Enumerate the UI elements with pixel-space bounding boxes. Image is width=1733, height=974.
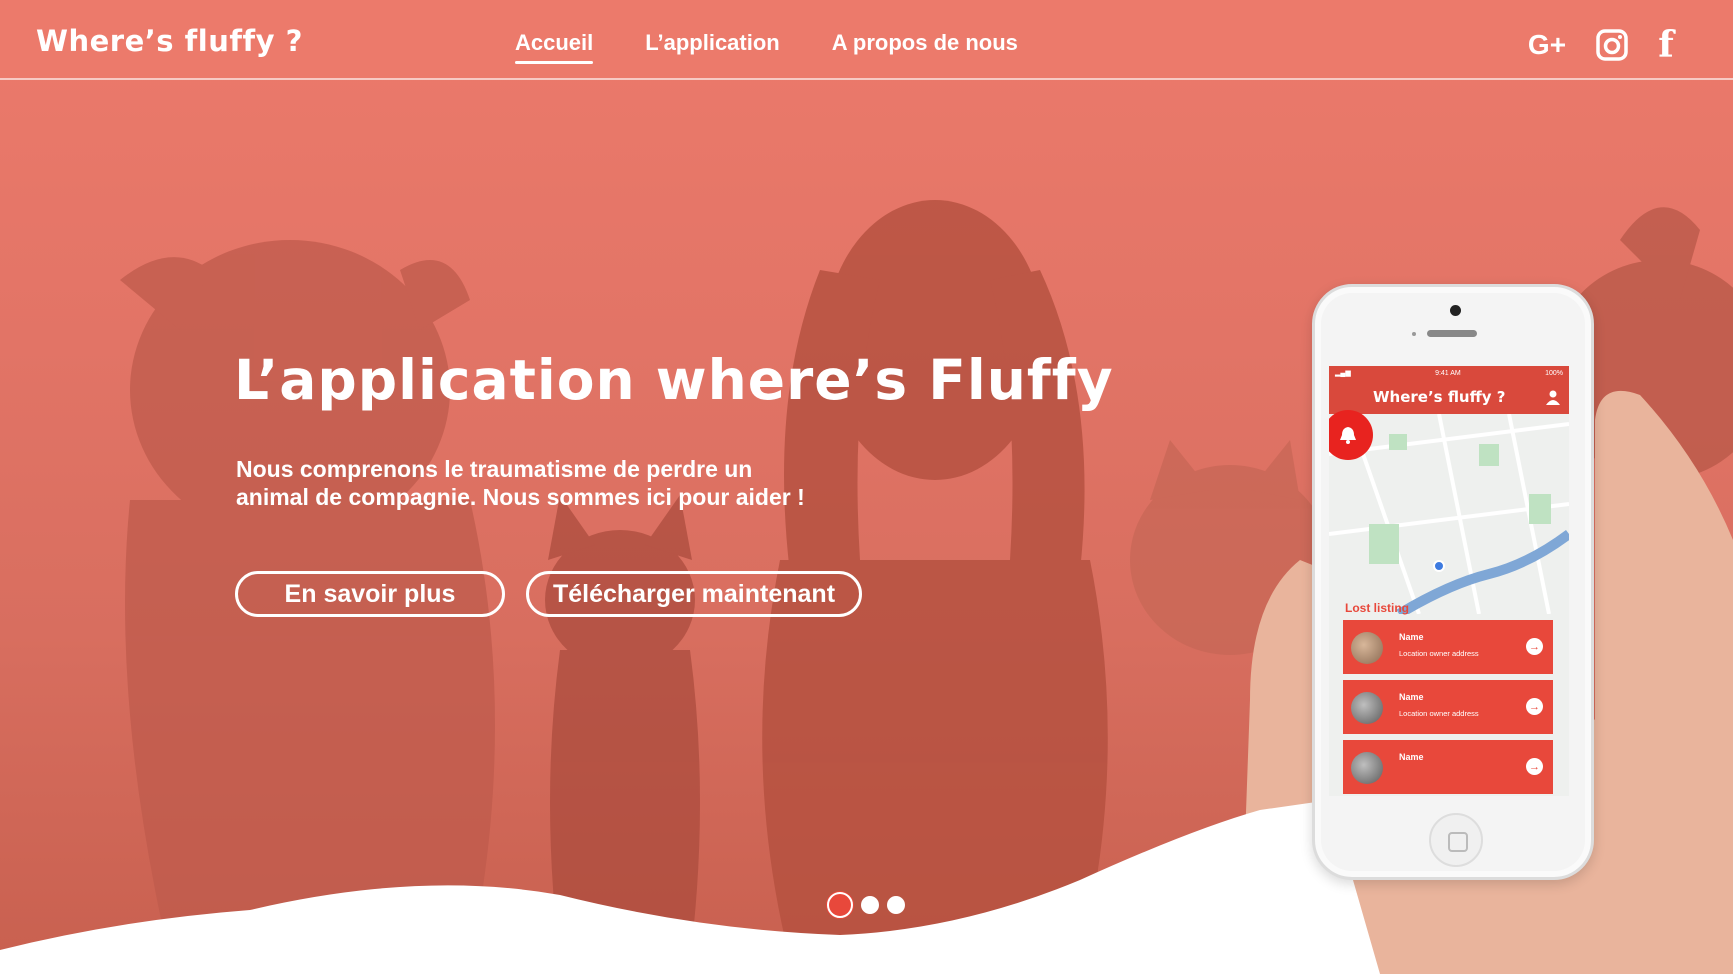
pet-avatar (1351, 692, 1383, 724)
hero-title: L’application where’s Fluffy (234, 348, 1114, 412)
phone-status-bar: ▂▄▆ 9:41 AM 100% (1329, 366, 1569, 380)
hero-subtitle: Nous comprenons le traumatisme de perdre… (236, 455, 836, 511)
kitten-silhouette (545, 495, 700, 960)
user-icon[interactable] (1545, 389, 1561, 405)
lost-listing-card[interactable]: Name Location owner address → (1343, 620, 1553, 674)
google-plus-icon[interactable]: G+ (1525, 28, 1569, 62)
phone-screen: ▂▄▆ 9:41 AM 100% Where’s fluffy ? Lost l… (1329, 366, 1569, 796)
carousel-dot-2[interactable] (861, 896, 879, 914)
owner-address: Location owner address (1399, 649, 1479, 658)
learn-more-button[interactable]: En savoir plus (235, 571, 505, 617)
app-title: Where’s fluffy ? (1373, 388, 1506, 406)
facebook-icon[interactable]: f (1655, 24, 1677, 66)
nav-link-accueil[interactable]: Accueil (515, 30, 594, 64)
download-now-button[interactable]: Télécharger maintenant (526, 571, 862, 617)
hero-section: Where’s fluffy ? Accueil L’application A… (0, 0, 1733, 974)
carousel-indicators (827, 892, 905, 918)
status-time: 9:41 AM (1435, 369, 1461, 377)
phone-speaker (1427, 330, 1477, 337)
lost-listing-card[interactable]: Name Location owner address → (1343, 680, 1553, 734)
pet-name: Name (1399, 632, 1424, 642)
instagram-icon[interactable] (1595, 28, 1629, 62)
carousel-dot-1[interactable] (827, 892, 853, 918)
social-links: G+ f (1525, 24, 1677, 66)
phone-camera (1450, 305, 1461, 316)
pet-avatar (1351, 752, 1383, 784)
phone-sensor (1412, 332, 1416, 336)
phone-mockup: ▂▄▆ 9:41 AM 100% Where’s fluffy ? Lost l… (1312, 284, 1594, 880)
owner-address: Location owner address (1399, 709, 1479, 718)
signal-icon: ▂▄▆ (1335, 370, 1351, 377)
phone-home-button (1429, 813, 1483, 867)
pet-name: Name (1399, 752, 1424, 762)
nav-link-a-propos[interactable]: A propos de nous (832, 30, 1018, 62)
carousel-dot-3[interactable] (887, 896, 905, 914)
hero-subtitle-line-2: animal de compagnie. Nous sommes ici pou… (236, 484, 805, 510)
bell-icon (1340, 427, 1356, 444)
arrow-right-icon[interactable]: → (1526, 638, 1543, 655)
arrow-right-icon[interactable]: → (1526, 698, 1543, 715)
pet-name: Name (1399, 692, 1424, 702)
status-battery: 100% (1545, 369, 1563, 377)
nav-link-application[interactable]: L’application (645, 30, 779, 62)
main-nav: Accueil L’application A propos de nous (515, 30, 1018, 64)
site-header: Where’s fluffy ? Accueil L’application A… (0, 0, 1733, 80)
arrow-right-icon[interactable]: → (1526, 758, 1543, 775)
site-logo[interactable]: Where’s fluffy ? (36, 24, 303, 58)
pet-avatar (1351, 632, 1383, 664)
app-header: Where’s fluffy ? (1329, 380, 1569, 414)
lost-listing-title: Lost listing (1345, 601, 1409, 615)
lost-listing-card[interactable]: Name → (1343, 740, 1553, 794)
hero-subtitle-line-1: Nous comprenons le traumatisme de perdre… (236, 456, 753, 482)
